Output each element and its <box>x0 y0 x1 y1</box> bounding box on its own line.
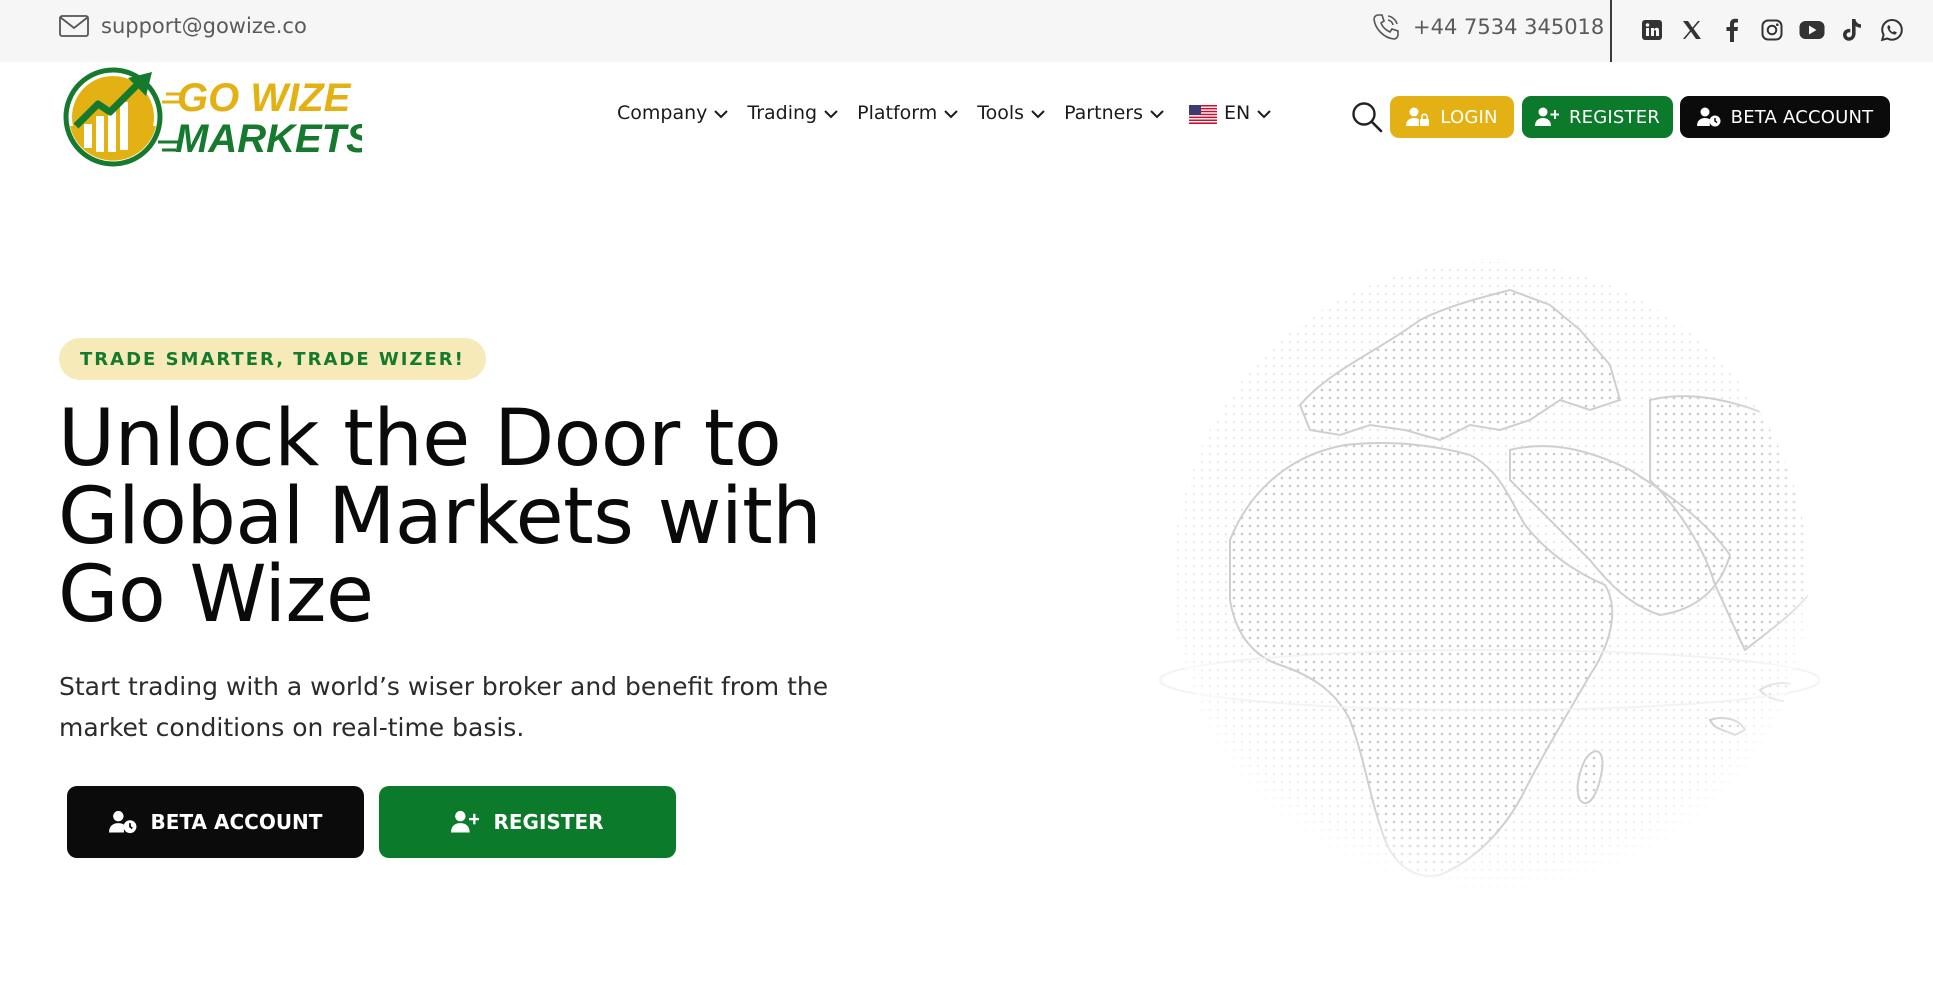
support-email-text: support@gowize.co <box>101 14 307 38</box>
hero-title-line-3: Go Wize <box>58 550 374 640</box>
language-selector[interactable]: EN <box>1189 102 1271 124</box>
nav-platform-label: Platform <box>857 102 938 124</box>
beta-account-button-label: BETA ACCOUNT <box>1730 106 1874 128</box>
chevron-down-icon <box>944 109 958 118</box>
youtube-icon[interactable] <box>1798 16 1826 44</box>
chevron-down-icon <box>1150 109 1164 118</box>
support-phone-text: +44 7534 345018 <box>1413 15 1605 39</box>
nav-platform[interactable]: Platform <box>857 102 958 124</box>
chevron-down-icon <box>824 109 838 118</box>
user-clock-icon <box>108 810 136 834</box>
chevron-down-icon <box>714 109 729 118</box>
facebook-icon[interactable] <box>1718 16 1746 44</box>
nav-tools-label: Tools <box>977 102 1025 124</box>
whatsapp-icon[interactable] <box>1878 16 1906 44</box>
hero-title: Unlock the Door to Global Markets with G… <box>58 400 878 634</box>
hero-title-line-2: Global Markets with <box>58 472 822 562</box>
register-button[interactable]: REGISTER <box>1522 96 1673 138</box>
tiktok-icon[interactable] <box>1838 16 1866 44</box>
mail-icon <box>59 15 89 37</box>
hero-title-line-1: Unlock the Door to <box>58 394 782 484</box>
hero-register-label: REGISTER <box>493 810 604 834</box>
main-nav: Company Trading Platform Tools Partners … <box>617 102 1271 124</box>
language-label: EN <box>1224 102 1251 124</box>
topbar-divider <box>1610 0 1612 62</box>
hero-beta-account-button[interactable]: BETA ACCOUNT <box>67 786 364 858</box>
nav-company[interactable]: Company <box>617 102 729 124</box>
social-links <box>1638 16 1906 44</box>
user-clock-icon <box>1696 107 1721 127</box>
search-icon[interactable] <box>1351 101 1383 133</box>
linkedin-icon[interactable] <box>1638 16 1666 44</box>
login-button-label: LOGIN <box>1440 106 1498 128</box>
register-button-label: REGISTER <box>1568 106 1661 128</box>
top-bar: support@gowize.co +44 7534 345018 <box>0 0 1933 62</box>
chevron-down-icon <box>1257 109 1271 118</box>
logo-text-line1: GO WIZE <box>177 76 352 120</box>
beta-account-button[interactable]: BETA ACCOUNT <box>1680 96 1890 138</box>
hero-tagline: TRADE SMARTER, TRADE WIZER! <box>59 338 486 380</box>
logo-text-line2: MARKETS <box>175 117 362 161</box>
x-icon[interactable] <box>1678 16 1706 44</box>
go-wize-markets-logo[interactable]: GO WIZE MARKETS <box>62 66 362 168</box>
nav-tools[interactable]: Tools <box>977 102 1045 124</box>
support-email[interactable]: support@gowize.co <box>59 14 307 38</box>
support-phone[interactable]: +44 7534 345018 <box>1371 12 1604 42</box>
nav-partners-label: Partners <box>1064 102 1144 124</box>
chevron-down-icon <box>1031 109 1045 118</box>
instagram-icon[interactable] <box>1758 16 1786 44</box>
user-plus-icon <box>451 810 480 833</box>
phone-icon <box>1373 14 1399 40</box>
nav-company-label: Company <box>617 102 708 124</box>
login-button[interactable]: LOGIN <box>1390 96 1514 138</box>
hero-subtitle: Start trading with a world’s wiser broke… <box>59 672 829 742</box>
hero-beta-account-label: BETA ACCOUNT <box>150 810 323 834</box>
globe-illustration <box>1159 262 1820 898</box>
user-lock-icon <box>1406 107 1430 126</box>
nav-trading-label: Trading <box>747 102 818 124</box>
nav-partners[interactable]: Partners <box>1064 102 1164 124</box>
us-flag-icon <box>1189 104 1218 124</box>
user-plus-icon <box>1534 107 1559 126</box>
hero-register-button[interactable]: REGISTER <box>379 786 676 858</box>
nav-trading[interactable]: Trading <box>747 102 838 124</box>
